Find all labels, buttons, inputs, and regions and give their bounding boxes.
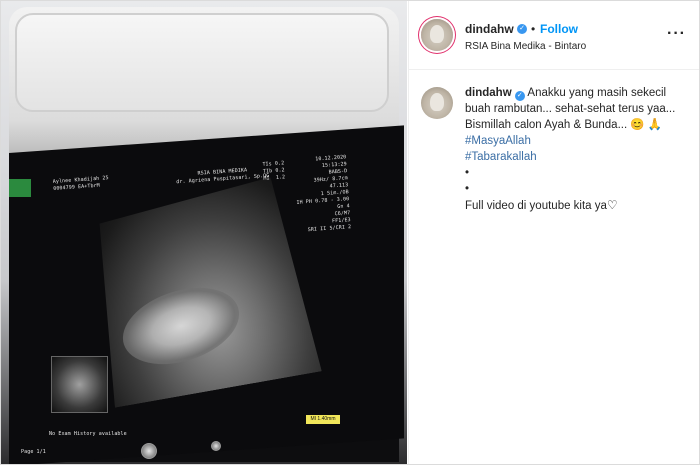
hashtag-masyaallah[interactable]: #MasyaAllah [465,135,531,147]
post-header: dindahw ✓ • Follow RSIA Bina Medika - Bi… [409,1,699,70]
smile-emoji-icon: 😊 [630,119,645,131]
location-link[interactable]: RSIA Bina Medika - Bintaro [465,41,586,52]
header-username[interactable]: dindahw [465,22,514,36]
scan-parameters: 10.12.2020 15:13:29 BABS-D 39Hz/ 8.7cm 4… [296,154,352,234]
avatar[interactable] [421,19,453,51]
measurement-tag: MI 1.40mm [306,415,340,424]
caption-username[interactable]: dindahw [465,87,512,99]
more-options-icon[interactable]: ··· [667,25,686,43]
caption: dindahw ✓ Anakku yang masih sekecil buah… [465,85,690,214]
pray-emoji-icon: 🙏 [647,119,663,131]
thermal-index-values: TIs 0.2 TIb 0.2 MI 1.2 [262,160,286,182]
hashtag-tabarakallah[interactable]: #Tabarakallah [465,151,537,163]
monitor-top-panel [15,13,389,112]
caption-bullet-2: • [465,183,470,195]
screen-status-indicator [9,179,31,197]
follow-separator: • [531,22,536,36]
verified-badge-icon: ✓ [517,24,527,34]
post-photo-ultrasound[interactable]: Aylnee Khadijah 25 0004799 EA+TbrM RSIA … [1,1,407,464]
caption-avatar[interactable] [421,87,453,119]
post-side-panel: dindahw ✓ • Follow RSIA Bina Medika - Bi… [408,1,699,464]
page-indicator: Page 1/1 [21,449,46,455]
caption-bullet-1: • [465,167,470,179]
scan-thumbnail [51,356,108,413]
heart-icon: ♡ [606,198,618,212]
caption-text-2: Full video di youtube kita ya [465,200,607,212]
exam-history-note: No Exam History available [49,431,127,437]
control-button-icon [211,441,221,451]
caption-verified-badge-icon: ✓ [514,91,525,101]
control-knob-icon [141,443,157,459]
follow-button[interactable]: Follow [540,22,578,36]
instagram-post-frame: Aylnee Khadijah 25 0004799 EA+TbrM RSIA … [0,0,700,465]
